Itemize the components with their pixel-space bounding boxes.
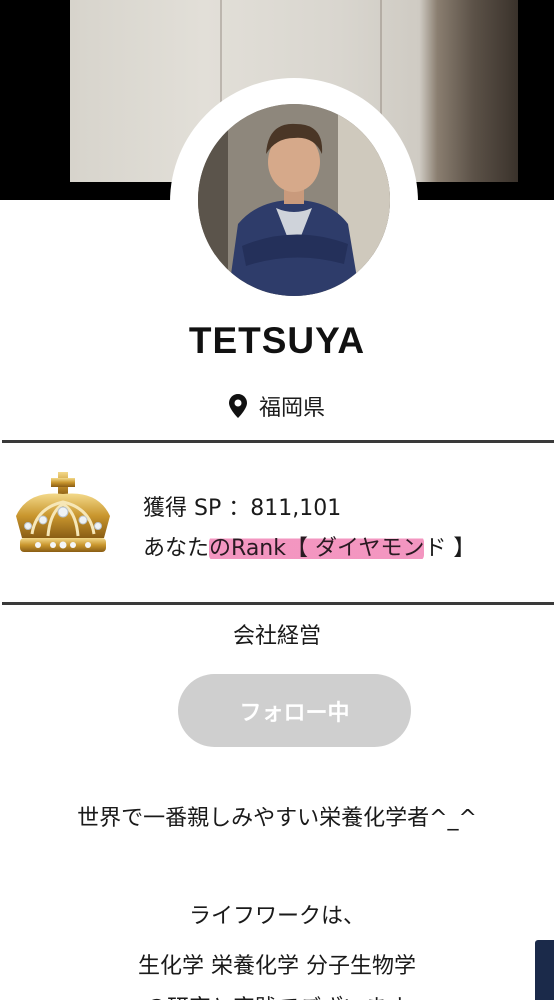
profile-name: TETSUYA	[188, 320, 366, 361]
avatar[interactable]	[198, 104, 390, 296]
location-label: 福岡県	[258, 396, 325, 421]
sp-points: 獲得 SP ：811,101	[143, 496, 342, 521]
bio-line-2: ライフワークは、	[188, 904, 365, 929]
following-button[interactable]: フォロー中	[178, 674, 411, 747]
occupation: 会社経営	[232, 624, 321, 649]
rank-prefix: あなた	[143, 536, 210, 561]
rank-highlight: のRank【 ダイヤモン	[209, 536, 425, 561]
divider-bottom	[2, 602, 554, 605]
avatar-photo	[198, 104, 390, 296]
divider-top	[2, 440, 554, 443]
floating-tab[interactable]	[535, 940, 554, 1000]
map-pin-icon	[228, 394, 247, 424]
bio-line-3: 生化学 栄養化学 分子生物学	[138, 954, 416, 979]
bio-line-4: の研究と実践でございます	[0, 990, 554, 1000]
rank-suffix: ド 】	[424, 536, 476, 561]
crown-icon	[8, 468, 118, 563]
rank-line: あなたのRank【 ダイヤモンド 】	[143, 530, 475, 562]
bio-line-1: 世界で一番親しみやすい栄養化学者^_^	[77, 806, 477, 831]
location: 福岡県	[0, 390, 554, 424]
